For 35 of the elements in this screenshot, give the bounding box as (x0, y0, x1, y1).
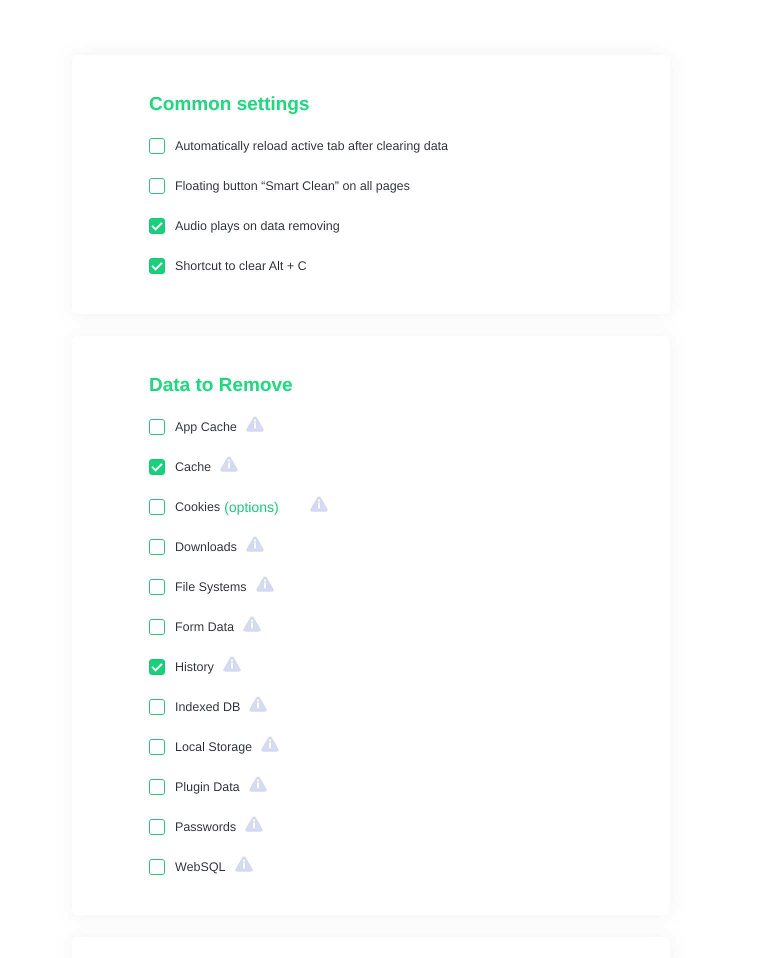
checkbox-label: Form Data (175, 620, 234, 634)
checkbox-label: Local Storage (175, 740, 252, 754)
checkbox[interactable] (149, 459, 165, 475)
checkbox[interactable] (149, 739, 165, 755)
checkbox-label: Cookies (175, 500, 220, 514)
section-title: Data to Remove (149, 374, 294, 398)
checkbox[interactable] (149, 499, 165, 515)
checkbox-label: History (175, 660, 214, 674)
checkbox-label: Downloads (175, 540, 237, 554)
checkbox-label: WebSQL (175, 860, 226, 874)
checkbox[interactable] (149, 138, 165, 154)
checkbox[interactable] (149, 859, 165, 875)
checkbox-label: Indexed DB (175, 700, 240, 714)
checkbox[interactable] (149, 258, 165, 274)
checkbox-label: Audio plays on data removing (175, 219, 340, 233)
checkbox-label: Automatically reload active tab after clearing data (175, 139, 448, 153)
checkbox[interactable] (149, 819, 165, 835)
checkbox[interactable] (149, 699, 165, 715)
checkbox-label: App Cache (175, 420, 237, 434)
checkbox-label: Plugin Data (175, 780, 240, 794)
checkbox-label: Floating button “Smart Clean” on all pages (175, 179, 410, 193)
checkbox[interactable] (149, 619, 165, 635)
checkbox[interactable] (149, 218, 165, 234)
checkbox[interactable] (149, 659, 165, 675)
checkbox[interactable] (149, 779, 165, 795)
options-link[interactable]: (options) (224, 499, 279, 515)
checkbox[interactable] (149, 539, 165, 555)
checkbox-label: Passwords (175, 820, 236, 834)
checkbox-label: Cache (175, 460, 212, 474)
checkbox-label: File Systems (175, 580, 247, 594)
checkbox[interactable] (149, 579, 165, 595)
checkbox[interactable] (149, 419, 165, 435)
section-title: Common settings (149, 93, 310, 117)
checkbox-label: Shortcut to clear Alt + C (175, 259, 307, 273)
checkbox[interactable] (149, 178, 165, 194)
